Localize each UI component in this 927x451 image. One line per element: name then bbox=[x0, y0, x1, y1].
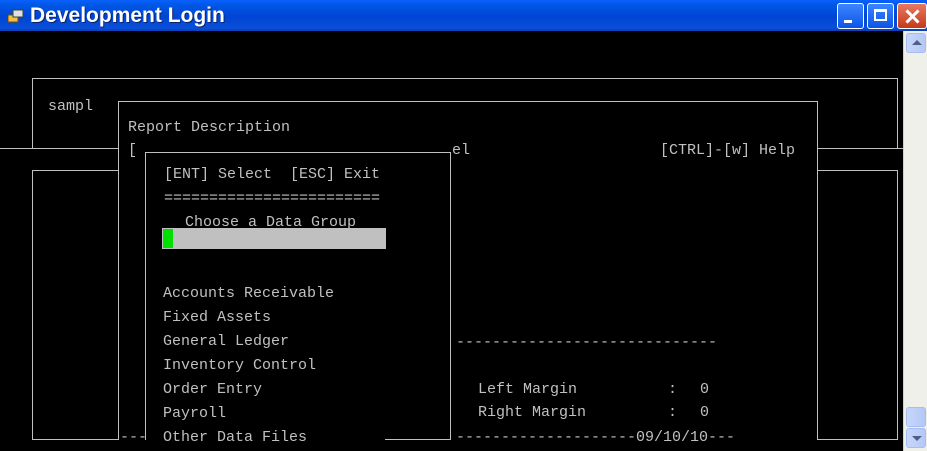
popup-border-bottom bbox=[385, 439, 451, 440]
popup-border-right bbox=[450, 152, 451, 440]
right-margin-label: Right Margin bbox=[478, 404, 587, 421]
right-margin-colon: : bbox=[668, 404, 678, 421]
scroll-thumb[interactable] bbox=[906, 407, 926, 427]
help-text: [CTRL]-[w] Help bbox=[660, 142, 796, 159]
popup-border-top bbox=[145, 152, 451, 153]
popup-header: [ENT] Select [ESC] Exit bbox=[164, 166, 381, 183]
dashes-line: ----------------------------- bbox=[456, 334, 718, 351]
menu-item-payroll[interactable]: Payroll bbox=[163, 405, 226, 422]
left-margin-colon: : bbox=[668, 381, 678, 398]
window-title: Development Login bbox=[30, 4, 225, 27]
maximize-button[interactable] bbox=[867, 3, 894, 29]
menu-item-accounts-payable[interactable]: Accounts Payable bbox=[163, 261, 307, 278]
lower-frame-left bbox=[32, 170, 33, 440]
menu-item-general-ledger[interactable]: General Ledger bbox=[163, 333, 289, 350]
title-bar[interactable]: Development Login bbox=[0, 0, 927, 31]
popup-separator-double: ======================== bbox=[164, 190, 381, 207]
menu-item-inventory-control[interactable]: Inventory Control bbox=[163, 357, 316, 374]
console-area[interactable]: sampl Report Description [ el [CTRL]-[w]… bbox=[0, 31, 903, 451]
close-button[interactable] bbox=[897, 3, 927, 29]
menu-item-fixed-assets[interactable]: Fixed Assets bbox=[163, 309, 271, 326]
lower-top-right bbox=[818, 170, 898, 171]
selection-highlight bbox=[162, 228, 386, 249]
arrow-up-icon bbox=[912, 40, 922, 45]
sampl-text: sampl bbox=[48, 98, 94, 115]
lower-bottom-left bbox=[32, 439, 118, 440]
outer-frame-right bbox=[897, 78, 898, 149]
popup-border-left bbox=[145, 152, 146, 440]
outer-frame-top bbox=[32, 78, 898, 79]
text-cursor bbox=[163, 229, 173, 248]
menu-item-other-data-files[interactable]: Other Data Files bbox=[163, 429, 307, 446]
report-description-label: Report Description bbox=[128, 119, 291, 136]
minimize-button[interactable] bbox=[837, 3, 864, 29]
left-margin-label: Left Margin bbox=[478, 381, 578, 398]
outer-mid-left bbox=[0, 148, 118, 149]
arrow-down-icon bbox=[912, 436, 922, 441]
lower-top-left bbox=[32, 170, 118, 171]
scroll-down-button[interactable] bbox=[906, 428, 926, 448]
bottom-right-dashes: --------------------09/10/10--- bbox=[456, 429, 736, 446]
lower-bottom-right bbox=[818, 439, 898, 440]
outer-frame-left bbox=[32, 78, 33, 149]
app-icon bbox=[8, 9, 24, 23]
lower-frame-right bbox=[897, 170, 898, 440]
el-text: el bbox=[452, 142, 471, 159]
bottom-left-dashes: --- bbox=[120, 429, 148, 446]
right-margin-value: 0 bbox=[700, 404, 710, 421]
menu-item-accounts-receivable[interactable]: Accounts Receivable bbox=[163, 285, 334, 302]
vertical-scrollbar[interactable] bbox=[903, 31, 927, 451]
scroll-up-button[interactable] bbox=[906, 33, 926, 53]
report-box-left bbox=[118, 101, 119, 440]
left-margin-value: 0 bbox=[700, 381, 710, 398]
outer-mid-right bbox=[818, 148, 903, 149]
open-bracket: [ bbox=[128, 142, 138, 159]
report-box-top bbox=[118, 101, 818, 102]
report-box-right bbox=[817, 101, 818, 440]
menu-item-order-entry[interactable]: Order Entry bbox=[163, 381, 262, 398]
